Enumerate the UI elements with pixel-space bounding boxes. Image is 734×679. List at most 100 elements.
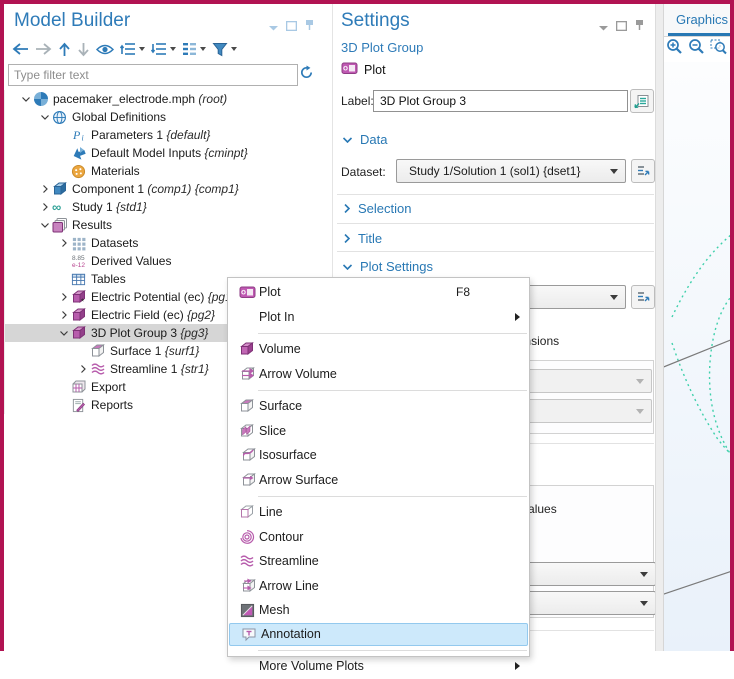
expand-list-icon[interactable] <box>120 42 145 56</box>
move-down-icon[interactable] <box>77 42 90 57</box>
menu-item-line[interactable]: Line <box>228 500 529 525</box>
tree-item-results[interactable]: Results <box>5 216 323 234</box>
menu-item-mesh[interactable]: Mesh <box>228 598 529 623</box>
tree-item-label: Derived Values <box>91 254 171 268</box>
tree-item-label: 3D Plot Group 3 {pg3} <box>91 326 208 340</box>
expander-open-icon[interactable] <box>19 97 33 102</box>
tree-item-default-model-inputs[interactable]: Default Model Inputs {cminpt} <box>5 144 323 162</box>
expander-closed-icon[interactable] <box>38 185 52 193</box>
tree-item-label: Export <box>91 380 126 394</box>
go-to-source-icon <box>635 163 651 179</box>
expander-closed-icon[interactable] <box>57 311 71 319</box>
back-arrow-icon[interactable] <box>12 42 29 56</box>
menu-item-volume[interactable]: Volume <box>228 337 529 362</box>
datasets-icon <box>71 236 91 251</box>
show-eye-icon[interactable] <box>96 43 114 56</box>
menu-item-contour[interactable]: Contour <box>228 525 529 550</box>
expander-open-icon[interactable] <box>38 115 52 120</box>
tree-item-derived-values[interactable]: 8.85e-12Derived Values <box>5 252 323 270</box>
tree-item-label: Global Definitions <box>72 110 166 124</box>
dropdown-caret-icon[interactable] <box>599 18 608 36</box>
separator <box>337 194 654 195</box>
tree-item-datasets[interactable]: Datasets <box>5 234 323 252</box>
comsol-file-icon <box>33 91 53 107</box>
tree-item-component-1[interactable]: Component 1 (comp1) {comp1} <box>5 180 323 198</box>
plot-action-button[interactable]: Plot <box>341 60 386 79</box>
menu-item-surface[interactable]: Surface <box>228 394 529 419</box>
filter-row <box>8 64 322 88</box>
model-tree-node-icon[interactable] <box>182 42 206 56</box>
derived-values-icon: 8.85e-12 <box>71 253 91 269</box>
tree-item-global-definitions[interactable]: Global Definitions <box>5 108 323 126</box>
caret-down-icon <box>200 47 206 51</box>
collapse-list-icon[interactable] <box>151 42 176 56</box>
graphics-toolbar <box>666 38 727 60</box>
forward-arrow-icon[interactable] <box>35 42 52 56</box>
tree-item-label: Surface 1 {surf1} <box>110 344 199 358</box>
float-window-icon[interactable] <box>286 18 297 36</box>
menu-item-plot-in[interactable]: Plot In <box>228 305 529 330</box>
expander-open-icon[interactable] <box>57 331 71 336</box>
section-title[interactable]: Title <box>344 231 382 246</box>
label-field-caption: Label: <box>341 94 374 108</box>
tree-item-pacemaker-electrode-mph[interactable]: pacemaker_electrode.mph (root) <box>5 90 323 108</box>
dropdown-caret-icon[interactable] <box>269 18 278 36</box>
plot-group-3d-star-icon: * <box>71 307 91 323</box>
settings-title: Settings <box>341 10 410 32</box>
go-to-source-button[interactable] <box>631 285 655 309</box>
svg-text:i: i <box>82 134 84 143</box>
tables-icon <box>71 272 91 287</box>
surface-plot-icon <box>90 343 110 359</box>
svg-text:e-12: e-12 <box>72 262 85 269</box>
menu-item-label: Arrow Volume <box>259 367 337 381</box>
menu-item-label: Arrow Surface <box>259 473 338 487</box>
tree-item-materials[interactable]: Materials <box>5 162 323 180</box>
pin-icon[interactable] <box>305 18 314 36</box>
graphics-panel: Graphics <box>664 4 734 651</box>
separator <box>337 223 654 224</box>
menu-item-arrow-surface[interactable]: Arrow Surface <box>228 468 529 493</box>
menu-item-slice[interactable]: Slice <box>228 419 529 444</box>
isosurface-icon <box>235 447 259 463</box>
label-input[interactable] <box>373 90 628 112</box>
expander-closed-icon[interactable] <box>76 365 90 373</box>
svg-text:8.85: 8.85 <box>72 255 85 262</box>
go-to-source-button[interactable] <box>631 159 655 183</box>
tree-item-parameters-1[interactable]: PiParameters 1 {default} <box>5 126 323 144</box>
graphics-viewport[interactable] <box>664 62 734 651</box>
tab-graphics[interactable]: Graphics <box>676 12 728 27</box>
expander-closed-icon[interactable] <box>57 239 71 247</box>
tree-item-study-1[interactable]: ∞Study 1 {std1} <box>5 198 323 216</box>
tree-item-label: Results <box>72 218 112 232</box>
dataset-select[interactable]: Study 1/Solution 1 (sol1) {dset1} <box>396 159 626 183</box>
menu-item-arrow-line[interactable]: Arrow Line <box>228 574 529 599</box>
expander-closed-icon[interactable] <box>38 203 52 211</box>
pin-icon[interactable] <box>635 18 644 36</box>
menu-item-streamline[interactable]: Streamline <box>228 549 529 574</box>
float-window-icon[interactable] <box>616 18 627 36</box>
expander-closed-icon[interactable] <box>57 293 71 301</box>
zoom-out-icon[interactable] <box>688 38 705 60</box>
panel-splitter[interactable] <box>655 4 664 651</box>
rename-button[interactable] <box>630 89 654 113</box>
section-selection[interactable]: Selection <box>344 201 411 216</box>
menu-item-more-volume-plots[interactable]: More Volume Plots <box>228 654 529 679</box>
menu-item-annotation[interactable]: Annotation <box>229 623 528 647</box>
graphics-tab-bar: Graphics <box>664 4 734 37</box>
zoom-box-icon[interactable] <box>710 38 727 60</box>
menu-separator <box>258 333 527 334</box>
menu-item-plot[interactable]: PlotF8 <box>228 280 529 305</box>
model-builder-toolbar <box>12 38 243 60</box>
section-plot-settings[interactable]: Plot Settings <box>343 259 433 274</box>
section-data[interactable]: Data <box>343 132 387 147</box>
zoom-in-icon[interactable] <box>666 38 683 60</box>
menu-item-arrow-volume[interactable]: Arrow Volume <box>228 362 529 387</box>
filter-input[interactable] <box>8 64 298 86</box>
expander-open-icon[interactable] <box>38 223 52 228</box>
filter-funnel-icon[interactable] <box>212 42 237 57</box>
move-up-icon[interactable] <box>58 42 71 57</box>
menu-item-label: Line <box>259 505 283 519</box>
refresh-icon[interactable] <box>299 65 314 85</box>
arrow-volume-icon <box>235 366 259 382</box>
menu-item-isosurface[interactable]: Isosurface <box>228 443 529 468</box>
